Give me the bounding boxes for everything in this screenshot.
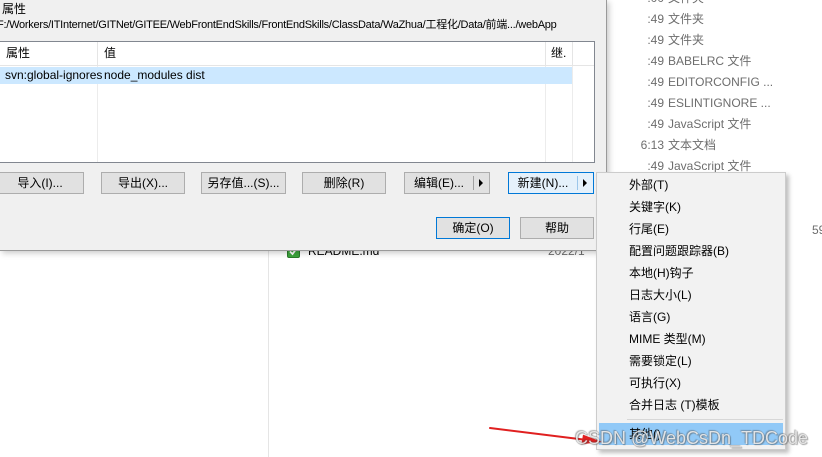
file-type: 文件夹 (668, 33, 705, 47)
explorer-file-list: :00 文件夹 :49 文件夹 :49 文件夹 :49 BABELRC 文件 :… (600, 0, 822, 177)
export-button[interactable]: 导出(X)... (101, 172, 185, 194)
table-row[interactable]: svn:global-ignores node_modules dist (0, 67, 572, 84)
file-type: JavaScript 文件 (668, 117, 752, 131)
new-button[interactable]: 新建(N)... (509, 173, 577, 193)
save-value-button[interactable]: 另存值...(S)... (201, 172, 286, 194)
triangle-right-icon (479, 179, 483, 187)
menu-item-needs-lock[interactable]: 需要锁定(L) (599, 350, 783, 372)
split-divider (473, 176, 474, 190)
file-row[interactable]: :49 BABELRC 文件 (600, 51, 822, 72)
watermark: CSDN @WebCsDn_TDCode (575, 428, 809, 448)
list-header: 属性 值 继. (0, 42, 594, 66)
menu-item-keywords[interactable]: 关键字(K) (599, 196, 783, 218)
help-button[interactable]: 帮助 (520, 217, 594, 239)
menu-item-merge-log-template[interactable]: 合并日志 (T)模板 (599, 394, 783, 416)
file-row[interactable]: :49 EDITORCONFIG ... (600, 72, 822, 93)
file-row[interactable]: :49 文件夹 (600, 9, 822, 30)
menu-item-externals[interactable]: 外部(T) (599, 174, 783, 196)
file-type: ESLINTIGNORE ... (668, 96, 771, 110)
file-size: 59 (812, 223, 822, 237)
column-header-property[interactable]: 属性 (0, 42, 98, 65)
split-divider (577, 176, 578, 190)
import-button[interactable]: 导入(I)... (0, 172, 84, 194)
properties-section-label: 属性 (2, 2, 27, 16)
edit-dropdown-arrow[interactable] (473, 173, 489, 193)
file-row[interactable]: :49 ESLINTIGNORE ... (600, 93, 822, 114)
file-row[interactable]: :49 文件夹 (600, 30, 822, 51)
property-value-cell: node_modules dist (104, 68, 205, 82)
file-modified-time: :49 (647, 117, 664, 131)
file-modified-time: 6:13 (640, 138, 664, 152)
file-modified-time: :49 (647, 75, 664, 89)
file-type: 文本文档 (668, 138, 717, 152)
new-split-button[interactable]: 新建(N)... (508, 172, 594, 194)
file-row[interactable]: 6:13 文本文档 (600, 135, 822, 156)
delete-button[interactable]: 删除(R) (302, 172, 386, 194)
properties-list: 属性 值 继. svn:global-ignores node_modules … (0, 41, 595, 163)
menu-item-executable[interactable]: 可执行(X) (599, 372, 783, 394)
file-type: EDITORCONFIG ... (668, 75, 774, 89)
file-row[interactable]: :00 文件夹 (600, 0, 822, 9)
file-type: BABELRC 文件 (668, 54, 752, 68)
working-copy-path: F:/Workers/ITInternet/GITNet/GITEE/WebFr… (0, 19, 557, 31)
menu-item-local-hooks[interactable]: 本地(H)钩子 (599, 262, 783, 284)
menu-item-bugtraq[interactable]: 配置问题跟踪器(B) (599, 240, 783, 262)
column-header-value[interactable]: 值 (98, 42, 546, 65)
triangle-right-icon (583, 179, 587, 187)
menu-item-language[interactable]: 语言(G) (599, 306, 783, 328)
file-type: 文件夹 (668, 12, 705, 26)
new-dropdown-arrow[interactable] (577, 173, 593, 193)
property-name-cell: svn:global-ignores (5, 68, 103, 82)
menu-item-eol[interactable]: 行尾(E) (599, 218, 783, 240)
menu-item-log-size[interactable]: 日志大小(L) (599, 284, 783, 306)
navigation-pane-divider[interactable] (268, 250, 269, 457)
file-modified-time: :49 (647, 33, 664, 47)
file-row[interactable]: :49 JavaScript 文件 (600, 114, 822, 135)
edit-button[interactable]: 编辑(E)... (405, 173, 473, 193)
ok-button[interactable]: 确定(O) (436, 217, 510, 239)
menu-item-mime-type[interactable]: MIME 类型(M) (599, 328, 783, 350)
column-header-inherit[interactable]: 继. (546, 42, 573, 65)
column-gridline (572, 66, 573, 162)
screen: :00 文件夹 :49 文件夹 :49 文件夹 :49 BABELRC 文件 :… (0, 0, 822, 457)
file-modified-time: :49 (647, 54, 664, 68)
new-property-menu: 外部(T) 关键字(K) 行尾(E) 配置问题跟踪器(B) 本地(H)钩子 日志… (596, 172, 786, 450)
edit-split-button[interactable]: 编辑(E)... (404, 172, 490, 194)
file-modified-time: :49 (647, 96, 664, 110)
properties-dialog: 属性 F:/Workers/ITInternet/GITNet/GITEE/We… (0, 0, 607, 251)
file-type: 文件夹 (668, 0, 704, 9)
menu-separator (627, 419, 783, 420)
file-modified-time: :49 (647, 12, 664, 26)
file-modified-time: :00 (600, 0, 664, 9)
